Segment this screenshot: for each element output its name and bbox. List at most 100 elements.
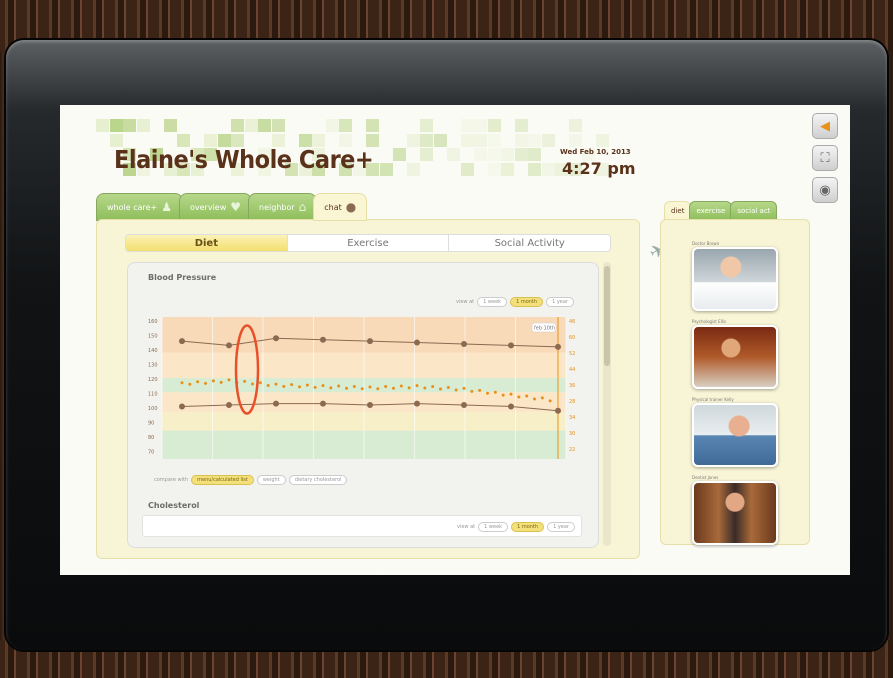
- bezel-gloss: [6, 40, 887, 110]
- comparison-data-point: [290, 383, 294, 387]
- person-icon: ♟: [161, 200, 172, 214]
- camera-button[interactable]: ◉: [812, 177, 838, 203]
- chol-view-1-year-button[interactable]: 1 year: [547, 522, 575, 532]
- bp-data-point: [508, 342, 514, 349]
- view-label: view at: [457, 524, 476, 530]
- mosaic-tile: [163, 119, 177, 132]
- tab-label: chat: [324, 202, 342, 212]
- blood-pressure-chart[interactable]: 160 150 140 130 120 110 100 90 80 70 46 60 52 44 36 28 3…: [146, 309, 582, 467]
- mosaic-tile: [487, 133, 501, 147]
- doctor-photo[interactable]: [692, 247, 778, 311]
- comparison-data-point: [313, 385, 317, 389]
- mosaic-tile: [271, 119, 285, 132]
- tab-chat[interactable]: chat ●: [313, 193, 368, 221]
- y-tick-label-right: 30: [569, 431, 575, 437]
- mosaic-tile: [501, 148, 514, 161]
- comparison-data-point: [509, 392, 513, 396]
- comparison-data-point: [486, 391, 489, 395]
- main-panel: Diet Exercise Social Activity Blood Pres…: [96, 219, 640, 559]
- bp-data-point: [320, 400, 326, 407]
- mosaic-tile: [123, 119, 136, 132]
- comparison-data-point: [266, 383, 270, 387]
- y-tick-label-left: 100: [148, 406, 158, 412]
- cholesterol-chart[interactable]: view at 1 week 1 month 1 year: [142, 515, 582, 537]
- tab-neighbor[interactable]: neighbor ⌂: [248, 193, 318, 221]
- tab-whole-care[interactable]: whole care+ ♟: [96, 193, 183, 221]
- bp-data-point: [320, 336, 326, 343]
- comparison-data-point: [392, 386, 395, 390]
- chol-view-1-month-button[interactable]: 1 month: [511, 522, 545, 532]
- view-1-year-button[interactable]: 1 year: [546, 297, 574, 307]
- dentist-photo[interactable]: [692, 481, 778, 545]
- comparison-data-point: [274, 382, 278, 386]
- y-tick-label-right: 36: [569, 383, 575, 389]
- contact-trainer[interactable]: Physical trainer Kelly: [692, 397, 784, 467]
- rtab-social-act[interactable]: social act: [730, 201, 778, 221]
- compare-weight-button[interactable]: weight: [256, 475, 286, 485]
- view-1-week-button[interactable]: 1 week: [477, 297, 508, 307]
- bp-data-point: [179, 403, 185, 410]
- contact-psychologist[interactable]: Psychologist Ellis: [692, 319, 784, 389]
- cholesterol-title: Cholesterol: [148, 501, 200, 510]
- panel-scrollbar[interactable]: [603, 262, 611, 546]
- mosaic-tile: [366, 119, 379, 132]
- bp-data-point: [273, 400, 279, 407]
- comparison-data-point: [360, 387, 364, 391]
- mosaic-tile: [109, 119, 123, 132]
- mosaic-tile: [568, 119, 582, 132]
- mosaic-tile: [474, 148, 487, 161]
- comparison-data-point: [227, 378, 231, 382]
- y-tick-label-left: 70: [148, 450, 154, 456]
- speaker-button[interactable]: ◀: [812, 113, 838, 139]
- y-tick-label-left: 80: [148, 435, 154, 441]
- mosaic-tile: [231, 119, 244, 132]
- comparison-data-point: [431, 385, 435, 389]
- subtab-exercise[interactable]: Exercise: [288, 235, 450, 251]
- comparison-data-point: [188, 382, 192, 386]
- scroll-thumb[interactable]: [604, 266, 610, 366]
- comparison-data-point: [196, 380, 200, 384]
- comparison-data-point: [337, 384, 341, 388]
- rtab-exercise[interactable]: exercise: [689, 201, 733, 221]
- bp-data-point: [461, 340, 467, 347]
- bp-data-point: [179, 338, 185, 345]
- comparison-data-point: [258, 381, 262, 385]
- comparison-data-point: [321, 384, 325, 388]
- mosaic-tile: [474, 133, 487, 147]
- compare-cholesterol-button[interactable]: dietary cholesterol: [288, 475, 348, 485]
- mosaic-tile: [379, 162, 393, 176]
- tab-overview[interactable]: overview ♥: [179, 193, 253, 221]
- subtab-diet[interactable]: Diet: [126, 235, 288, 251]
- contact-doctor[interactable]: Doctor Brown: [692, 241, 784, 311]
- screens-button[interactable]: ⛶: [812, 145, 838, 171]
- comparison-data-point: [345, 386, 348, 390]
- tab-label: neighbor: [259, 202, 295, 212]
- mosaic-tile: [406, 133, 420, 147]
- mosaic-tile: [541, 162, 555, 176]
- comparison-data-point: [211, 379, 215, 383]
- time-label: 4:27 pm: [562, 159, 636, 178]
- mosaic-tile: [514, 119, 528, 132]
- bp-data-point: [461, 402, 467, 409]
- contact-dentist[interactable]: Dentist Jones: [692, 475, 784, 545]
- y-tick-label-left: 150: [148, 334, 158, 340]
- mosaic-tile: [393, 148, 406, 161]
- comparison-data-point: [462, 386, 466, 390]
- chol-view-1-week-button[interactable]: 1 week: [478, 522, 509, 532]
- compare-menu-button[interactable]: menu/calculated list: [191, 475, 254, 485]
- subtab-social-activity[interactable]: Social Activity: [449, 235, 610, 251]
- house-icon: ⌂: [298, 200, 307, 214]
- view-1-month-button[interactable]: 1 month: [510, 297, 544, 307]
- psychologist-photo[interactable]: [692, 325, 778, 389]
- mosaic-tile: [420, 119, 433, 132]
- rtab-diet[interactable]: diet: [664, 201, 692, 221]
- speaker-icon: ◀: [820, 118, 830, 134]
- mosaic-tile: [420, 133, 433, 147]
- mosaic-tile: [487, 119, 501, 132]
- bp-data-point: [273, 335, 279, 342]
- tab-label: whole care+: [107, 202, 158, 212]
- comparison-data-point: [399, 384, 403, 388]
- mosaic-tile: [541, 133, 555, 147]
- mosaic-tile: [460, 162, 474, 176]
- trainer-photo[interactable]: [692, 403, 778, 467]
